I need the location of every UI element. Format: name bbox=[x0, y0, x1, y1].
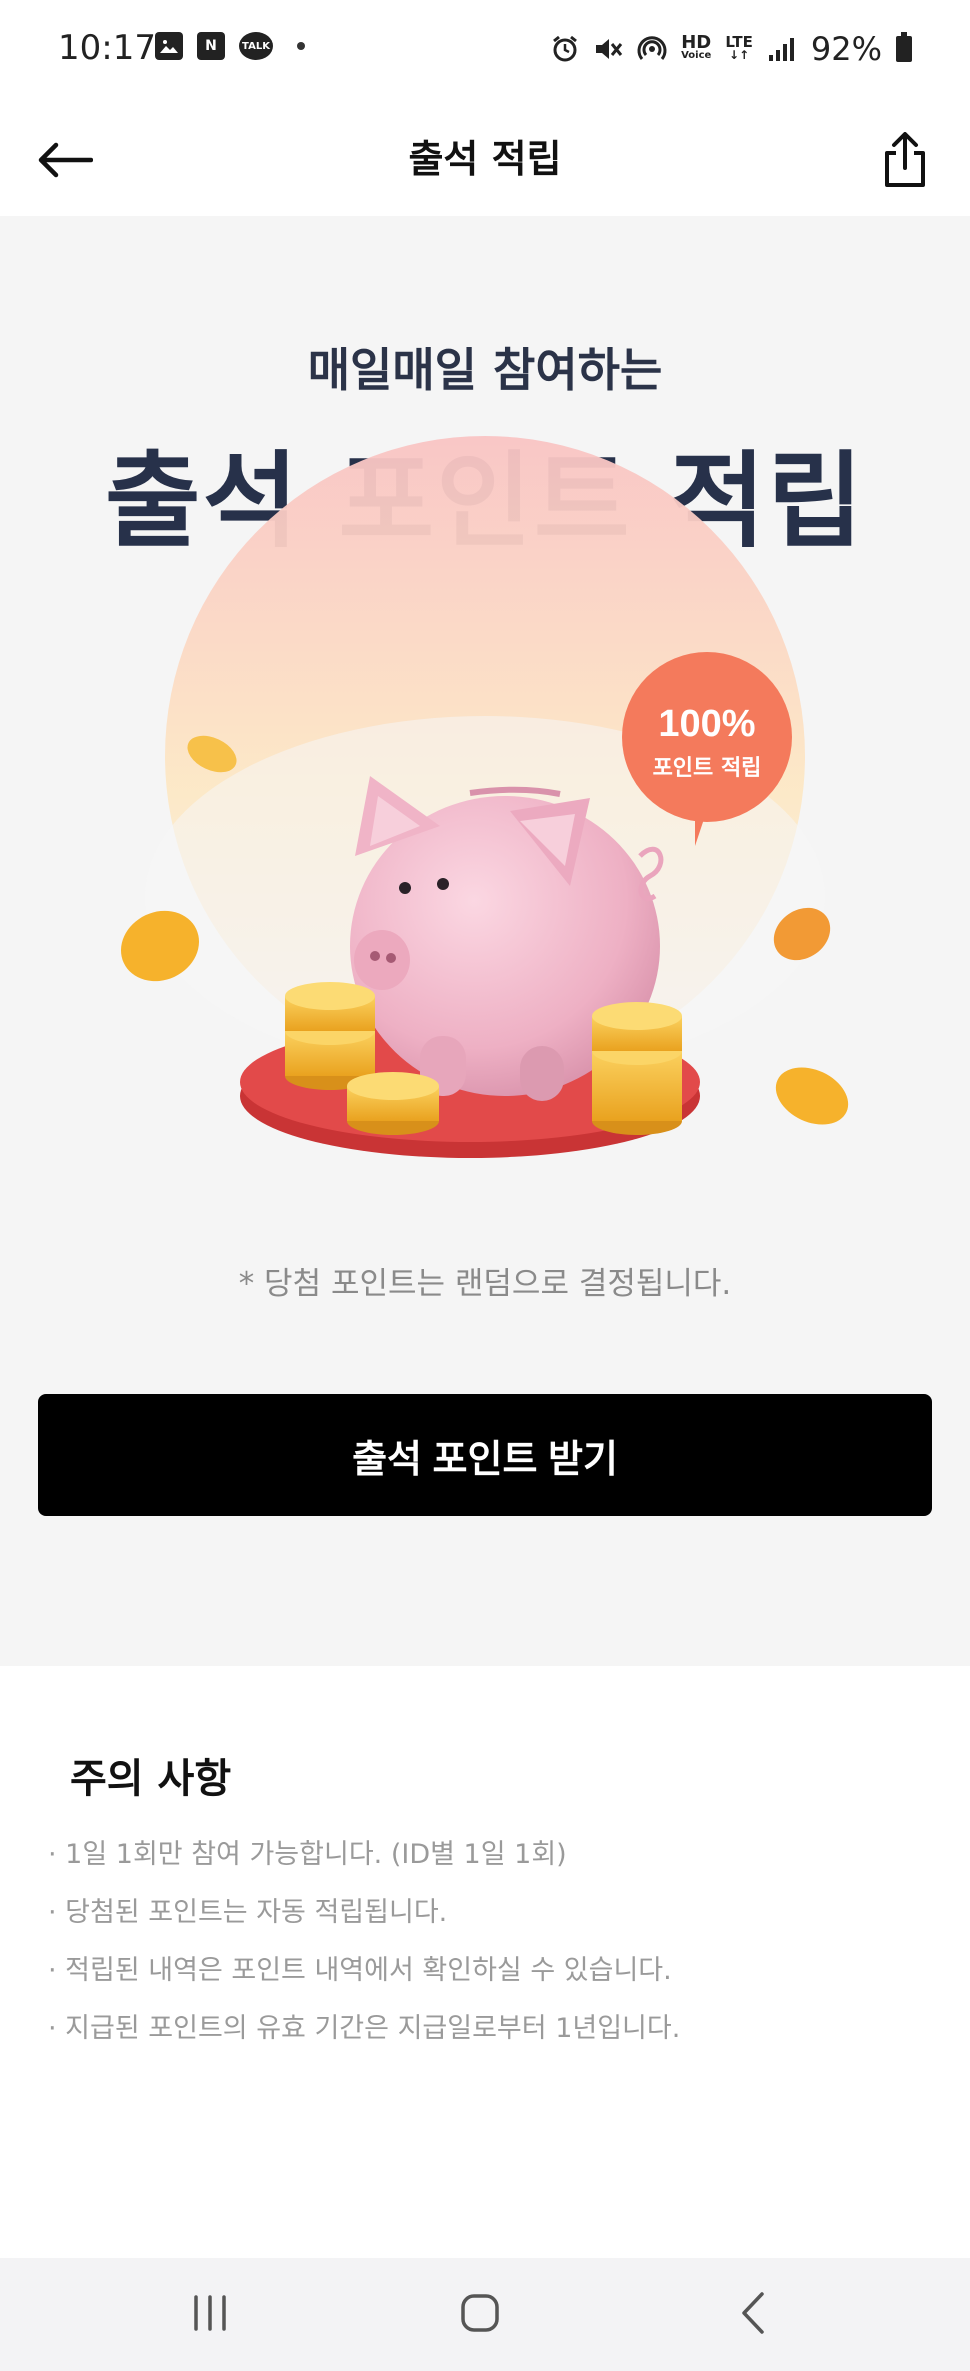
home-icon bbox=[461, 2294, 499, 2332]
more-notifications-dot bbox=[297, 42, 305, 50]
notice-item: · 1일 1회만 참여 가능합니다. (ID별 1일 1회) bbox=[48, 1839, 567, 1870]
lte-indicator: LTE ↓↑ bbox=[725, 35, 753, 62]
coin-stack-right bbox=[592, 1002, 682, 1135]
recent-apps-icon bbox=[194, 2295, 226, 2331]
data-arrows-icon: ↓↑ bbox=[729, 48, 750, 62]
battery-percent: 92% bbox=[810, 30, 882, 68]
badge-percent: 100% bbox=[658, 703, 755, 745]
hd-label: HD bbox=[681, 32, 712, 53]
coin-stack-left bbox=[285, 982, 375, 1090]
system-back-button[interactable] bbox=[708, 2278, 798, 2348]
notice-title: 주의 사항 bbox=[70, 1756, 232, 1802]
notice-section: 주의 사항 · 1일 1회만 참여 가능합니다. (ID별 1일 1회) · 당… bbox=[0, 1666, 970, 2258]
voice-label: Voice bbox=[681, 50, 712, 61]
share-button[interactable] bbox=[870, 120, 940, 200]
share-icon bbox=[885, 132, 925, 187]
app-bar: 출석 적립 bbox=[0, 100, 970, 216]
hd-voice-indicator: HD Voice bbox=[681, 32, 712, 62]
get-attendance-points-button[interactable]: 출석 포인트 받기 bbox=[38, 1394, 932, 1516]
system-nav-bar bbox=[0, 2258, 970, 2371]
alarm-icon bbox=[553, 35, 578, 62]
kakaotalk-icon: TALK bbox=[239, 32, 273, 60]
status-bar: 10:17 N TALK HD Voice LTE ↓↑ 92% bbox=[0, 0, 970, 100]
notice-list: · 1일 1회만 참여 가능합니다. (ID별 1일 1회) · 당첨된 포인트… bbox=[48, 1826, 680, 2058]
recent-apps-button[interactable] bbox=[165, 2278, 255, 2348]
notice-item: · 지급된 포인트의 유효 기간은 지급일로부터 1년입니다. bbox=[48, 2013, 681, 2044]
random-points-note: * 당첨 포인트는 랜덤으로 결정됩니다. bbox=[238, 1266, 732, 1302]
notice-item: · 당첨된 포인트는 자동 적립됩니다. bbox=[48, 1897, 448, 1928]
status-icons: HD Voice LTE ↓↑ 92% bbox=[551, 30, 912, 68]
home-button[interactable] bbox=[435, 2278, 525, 2348]
badge-text: 포인트 적립 bbox=[653, 756, 762, 781]
battery-icon bbox=[896, 32, 912, 62]
chevron-left-icon bbox=[742, 2292, 764, 2334]
notification-icons: N TALK bbox=[155, 32, 305, 60]
hotspot-icon bbox=[637, 36, 667, 60]
coin-stack-middle bbox=[347, 1072, 439, 1135]
hero-section: 매일매일 참여하는 출석 포인트 적립 bbox=[0, 216, 970, 1666]
status-time: 10:17 bbox=[58, 28, 156, 68]
naver-icon: N bbox=[197, 32, 225, 60]
gallery-icon bbox=[155, 32, 183, 60]
mute-icon bbox=[596, 39, 623, 59]
notice-item: · 적립된 내역은 포인트 내역에서 확인하실 수 있습니다. bbox=[48, 1955, 672, 1986]
page-title: 출석 적립 bbox=[408, 137, 562, 181]
signal-icon bbox=[768, 38, 794, 61]
